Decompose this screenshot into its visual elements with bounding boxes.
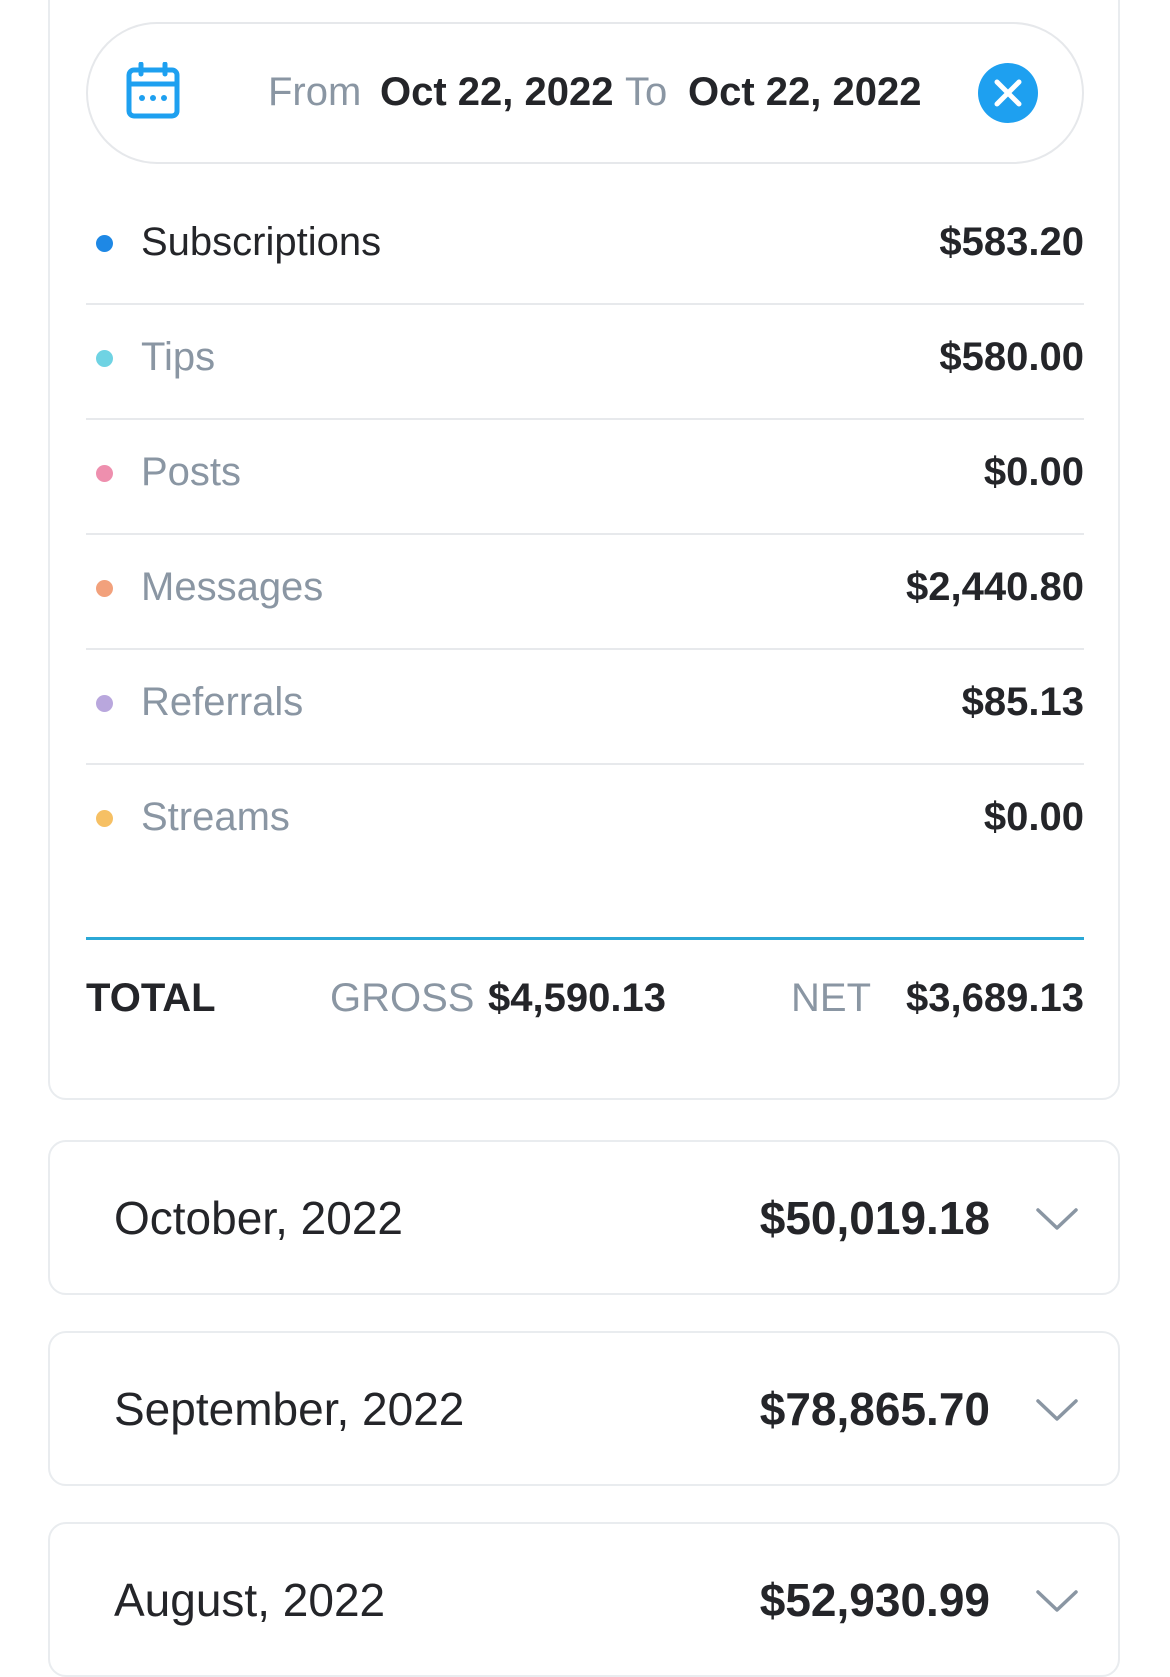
gross-value: $4,590.13 [488, 976, 666, 1020]
category-label: Streams [141, 795, 290, 839]
from-date[interactable]: Oct 22, 2022 [380, 62, 614, 122]
month-amount: $50,019.18 [759, 1192, 990, 1244]
month-row-august[interactable]: August, 2022 $52,930.99 [48, 1522, 1120, 1677]
chevron-down-icon[interactable] [1034, 1389, 1080, 1429]
to-label: To [625, 70, 668, 114]
category-row-streams[interactable]: Streams $0.00 [86, 757, 1084, 880]
category-label: Messages [141, 565, 324, 609]
category-amount: $2,440.80 [906, 565, 1084, 609]
gross-label: GROSS [330, 976, 475, 1020]
category-row-messages[interactable]: Messages $2,440.80 [86, 527, 1084, 650]
net-label: NET [791, 976, 871, 1020]
category-label: Subscriptions [141, 220, 382, 264]
legend-dot [96, 580, 113, 597]
legend-dot [96, 465, 113, 482]
from-label: From [268, 70, 362, 114]
category-row-referrals[interactable]: Referrals $85.13 [86, 642, 1084, 765]
clear-date-button[interactable] [978, 63, 1038, 123]
category-amount: $85.13 [961, 680, 1084, 724]
legend-dot [96, 695, 113, 712]
month-row-september[interactable]: September, 2022 $78,865.70 [48, 1331, 1120, 1486]
month-label: October, 2022 [114, 1192, 403, 1244]
total-label: TOTAL [86, 976, 216, 1020]
category-label: Tips [141, 335, 216, 379]
chevron-down-icon[interactable] [1034, 1580, 1080, 1620]
category-row-posts[interactable]: Posts $0.00 [86, 412, 1084, 535]
chevron-down-icon[interactable] [1034, 1198, 1080, 1238]
category-amount: $0.00 [983, 450, 1084, 494]
category-row-subscriptions[interactable]: Subscriptions $583.20 [86, 182, 1084, 305]
month-label: August, 2022 [114, 1574, 386, 1626]
legend-dot [96, 350, 113, 367]
category-amount: $0.00 [983, 795, 1084, 839]
legend-dot [96, 235, 113, 252]
legend-dot [96, 810, 113, 827]
category-row-tips[interactable]: Tips $580.00 [86, 297, 1084, 420]
month-amount: $52,930.99 [759, 1574, 990, 1626]
calendar-icon[interactable] [126, 62, 180, 120]
category-amount: $583.20 [939, 220, 1084, 264]
close-icon [994, 79, 1022, 107]
month-amount: $78,865.70 [759, 1383, 990, 1435]
total-divider [86, 937, 1084, 940]
category-label: Posts [141, 450, 242, 494]
net-value: $3,689.13 [906, 976, 1084, 1020]
month-row-october[interactable]: October, 2022 $50,019.18 [48, 1140, 1120, 1295]
month-label: September, 2022 [114, 1383, 465, 1435]
to-date[interactable]: Oct 22, 2022 [688, 62, 922, 122]
category-label: Referrals [141, 680, 304, 724]
category-amount: $580.00 [939, 335, 1084, 379]
